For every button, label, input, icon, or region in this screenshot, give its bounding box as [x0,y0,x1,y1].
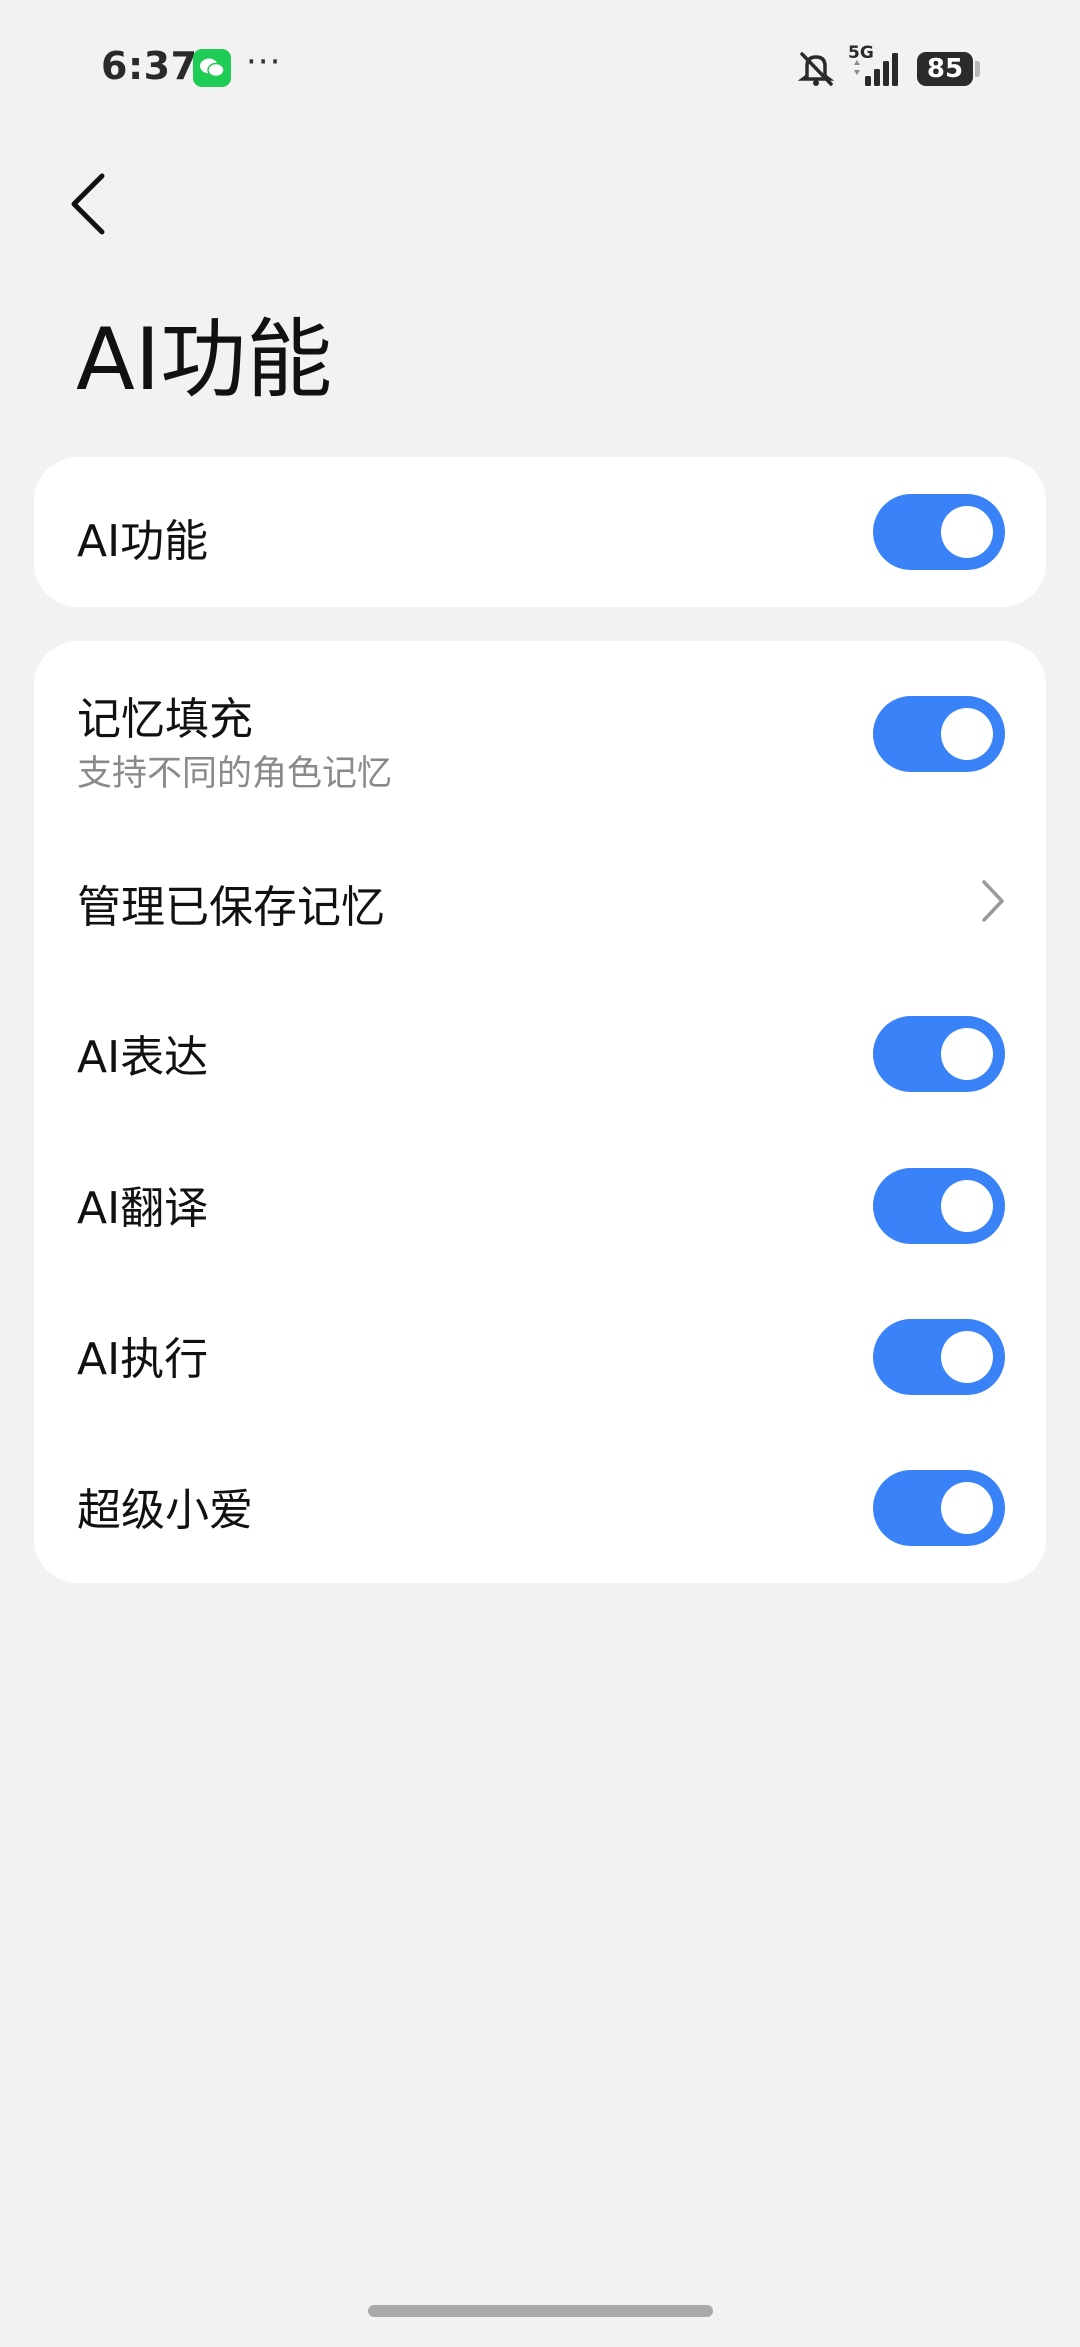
ai-expression-row[interactable]: AI表达 [34,979,1046,1130]
back-button[interactable] [60,168,120,240]
toggle-knob [941,1482,993,1534]
ai-settings-card: 记忆填充 支持不同的角色记忆 管理已保存记忆 AI表达 AI翻译 AI执行 超级… [34,641,1046,1583]
memory-fill-row[interactable]: 记忆填充 支持不同的角色记忆 [34,641,1046,829]
ai-feature-toggle[interactable] [873,494,1005,570]
ai-execute-toggle[interactable] [873,1319,1005,1395]
chevron-right-icon [982,880,1004,922]
status-bar: 6:37 ··· 5G 85 [0,0,1080,140]
super-xiaoai-row[interactable]: 超级小爱 [34,1432,1046,1583]
ai-expression-label: AI表达 [77,1032,209,1083]
mute-icon [795,48,837,88]
ai-feature-label: AI功能 [77,516,209,567]
toggle-knob [941,1331,993,1383]
ai-execute-row[interactable]: AI执行 [34,1281,1046,1432]
memory-fill-toggle[interactable] [873,696,1005,772]
manage-memory-row[interactable]: 管理已保存记忆 [34,829,1046,979]
ai-execute-label: AI执行 [77,1334,209,1385]
toggle-knob [941,1028,993,1080]
toggle-knob [941,708,993,760]
page-title: AI功能 [76,310,333,410]
toggle-knob [941,506,993,558]
ai-feature-card: AI功能 [34,457,1046,607]
super-xiaoai-toggle[interactable] [873,1470,1005,1546]
status-time: 6:37 [101,44,198,88]
signal-icon: 5G [848,43,904,89]
battery-icon: 85 [917,52,973,86]
manage-memory-label: 管理已保存记忆 [77,882,385,933]
more-icon: ··· [246,42,282,82]
ai-feature-row[interactable]: AI功能 [34,457,1046,607]
chevron-left-icon [71,173,105,235]
super-xiaoai-label: 超级小爱 [77,1485,253,1536]
ai-translate-label: AI翻译 [77,1183,209,1234]
home-indicator[interactable] [368,2305,713,2317]
ai-translate-toggle[interactable] [873,1168,1005,1244]
memory-fill-subtitle: 支持不同的角色记忆 [77,754,393,794]
memory-fill-label: 记忆填充 [77,694,253,745]
ai-expression-toggle[interactable] [873,1016,1005,1092]
wechat-icon [193,49,231,87]
battery-tip [975,61,980,77]
toggle-knob [941,1180,993,1232]
ai-translate-row[interactable]: AI翻译 [34,1130,1046,1281]
